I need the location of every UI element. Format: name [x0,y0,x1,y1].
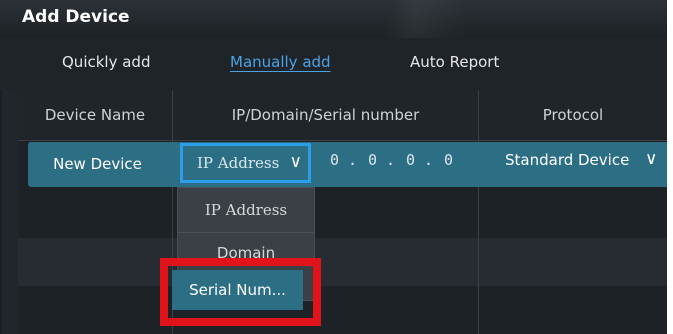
option-ip-address[interactable]: IP Address [178,190,314,230]
protocol-select[interactable]: Standard Device [505,151,629,169]
ip-octet-1[interactable]: 0 [330,151,339,169]
header-divider [18,140,667,141]
chevron-down-icon[interactable]: ∨ [645,149,657,169]
address-type-select[interactable]: IP Address ∨ [180,143,311,183]
column-header-address[interactable]: IP/Domain/Serial number [173,90,478,140]
device-name-cell[interactable]: New Device [28,143,167,185]
dialog-title: Add Device [22,7,130,27]
highlight-box [160,258,321,326]
column-divider [478,90,479,334]
add-device-dialog: Add Device Quickly add Manually add Auto… [0,0,667,334]
device-table: Device Name IP/Domain/Serial number Prot… [18,90,667,334]
table-row [18,286,667,334]
tab-bar: Quickly add Manually add Auto Report [0,38,667,90]
table-row [18,238,667,286]
ip-octet-2[interactable]: 0 [368,151,377,169]
ip-dot: . [348,151,358,169]
column-header-protocol[interactable]: Protocol [479,90,667,140]
tab-quickly-add[interactable]: Quickly add [62,53,150,71]
ip-octet-3[interactable]: 0 [406,151,415,169]
chevron-down-icon: ∨ [289,152,302,172]
tab-auto-report[interactable]: Auto Report [410,53,499,71]
ip-dot: . [424,151,434,169]
address-type-value: IP Address [197,154,280,172]
title-bar: Add Device [0,0,667,38]
ip-dot: . [386,151,396,169]
tab-manually-add[interactable]: Manually add [230,53,331,71]
column-header-device-name[interactable]: Device Name [18,90,172,140]
ip-octet-4[interactable]: 0 [444,151,453,169]
